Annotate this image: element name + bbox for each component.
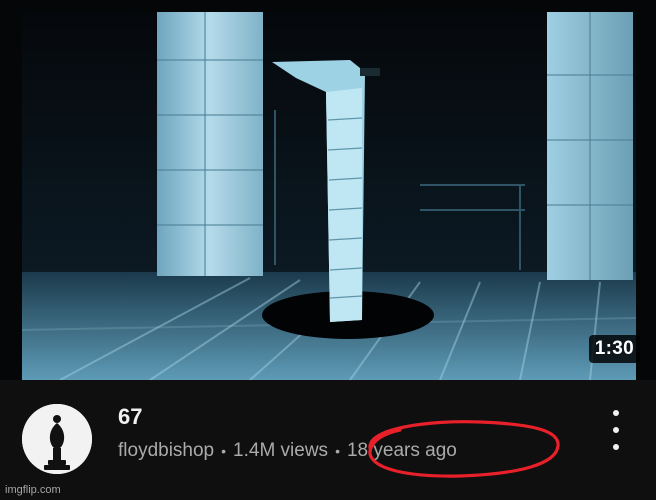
meta-separator: •	[335, 443, 340, 459]
chess-bishop-icon	[22, 404, 92, 474]
thumbnail-image	[0, 0, 656, 380]
imgflip-watermark: imgflip.com	[5, 484, 61, 496]
channel-avatar[interactable]	[22, 404, 92, 474]
duration-badge: 1:30	[588, 335, 640, 363]
video-meta: floydbishop • 1.4M views • 18 years ago	[118, 440, 457, 462]
video-thumbnail[interactable]: 1:30	[0, 0, 656, 380]
more-vert-icon[interactable]	[606, 410, 626, 450]
channel-name[interactable]: floydbishop	[118, 440, 214, 462]
meta-separator: •	[221, 443, 227, 459]
upload-age: 18 years ago	[346, 440, 457, 461]
video-info: 67 floydbishop • 1.4M views • 18 years a…	[0, 380, 656, 500]
video-title[interactable]: 67	[118, 404, 142, 430]
view-count: 1.4M views	[233, 440, 329, 461]
